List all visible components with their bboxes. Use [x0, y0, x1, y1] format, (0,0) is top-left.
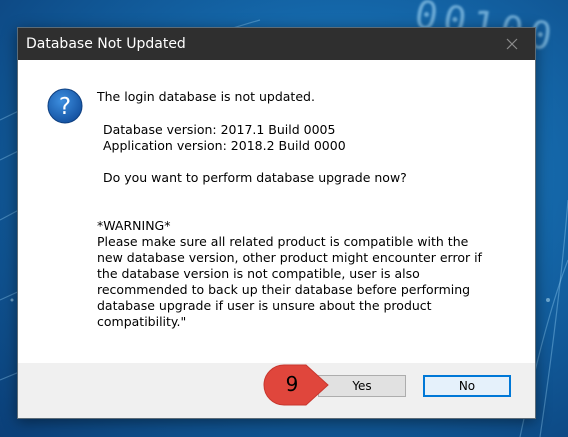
question-icon: ?	[47, 88, 83, 124]
close-icon	[506, 38, 518, 50]
application-version-text: Application version: 2018.2 Build 0000	[103, 138, 346, 153]
upgrade-question: Do you want to perform database upgrade …	[103, 170, 407, 185]
svg-text:?: ?	[59, 94, 71, 120]
close-button[interactable]	[489, 28, 535, 60]
message-dialog: Database Not Updated ? The login databas…	[17, 27, 536, 419]
callout-number: 9	[285, 372, 299, 396]
database-version-text: Database version: 2017.1 Build 0005	[103, 122, 336, 137]
dialog-content: ? The login database is not updated. Dat…	[18, 60, 535, 363]
message-heading: The login database is not updated.	[97, 89, 315, 104]
title-bar: Database Not Updated	[18, 28, 535, 60]
yes-button[interactable]: Yes	[318, 375, 406, 397]
no-button[interactable]: No	[423, 375, 511, 397]
warning-text: *WARNING* Please make sure all related p…	[97, 218, 482, 329]
dialog-title: Database Not Updated	[26, 36, 186, 52]
step-callout: 9	[262, 363, 330, 407]
